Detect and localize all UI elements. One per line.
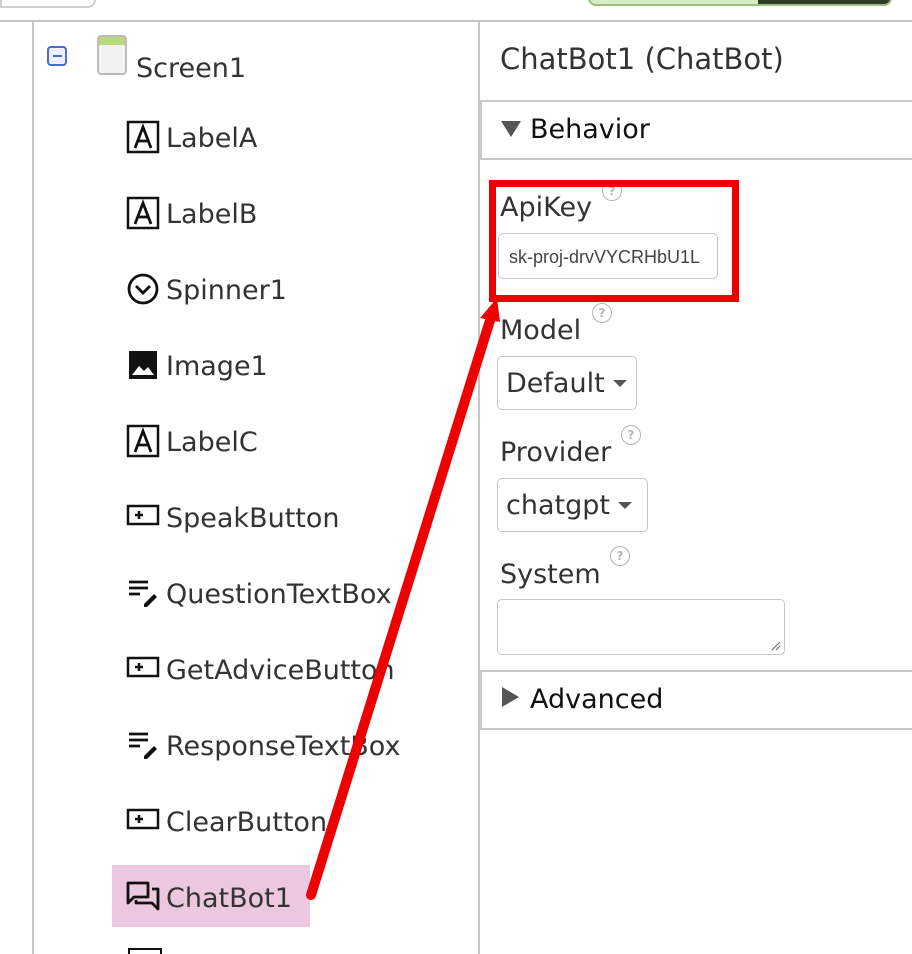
app-inventor-designer: Screen1 LabelA LabelB Spinner1 Image1 La…: [0, 0, 912, 954]
top-toolbar: [0, 0, 912, 22]
screen-icon: [97, 35, 127, 75]
tree-item-label: LabelC: [166, 427, 258, 458]
tree-item-image1[interactable]: Image1: [126, 342, 268, 382]
provider-select-value: chatgpt: [506, 489, 610, 521]
behavior-section-header[interactable]: Behavior: [480, 100, 912, 160]
chevron-down-icon: [617, 501, 632, 509]
chevron-down-icon: [612, 379, 627, 387]
label-icon: [126, 120, 160, 154]
tree-item-screen1[interactable]: Screen1: [136, 44, 246, 84]
button-icon: [126, 804, 160, 838]
button-icon: [126, 500, 160, 534]
tree-item-responsetextbox[interactable]: ResponseTextBox: [126, 722, 400, 762]
tree-item-questiontextbox[interactable]: QuestionTextBox: [126, 570, 392, 610]
collapsed-triangle-icon: [502, 687, 519, 707]
spinner-icon: [126, 272, 160, 306]
system-textarea[interactable]: [497, 599, 785, 655]
tree-item-label: SpeakButton: [166, 503, 340, 534]
properties-title: ChatBot1 (ChatBot): [500, 42, 784, 76]
advanced-section-label: Advanced: [530, 684, 664, 715]
next-item-icon: [128, 948, 162, 954]
tree-item-label: Spinner1: [166, 275, 287, 306]
tree-item-label: QuestionTextBox: [166, 579, 392, 610]
chatbot-icon: [126, 880, 160, 914]
toolbar-button-left[interactable]: [0, 0, 96, 8]
advanced-section-header[interactable]: Advanced: [480, 670, 912, 730]
tree-item-label: ResponseTextBox: [166, 731, 401, 762]
help-icon[interactable]: ?: [592, 303, 612, 323]
collapse-toggle-icon[interactable]: [47, 46, 67, 66]
panel-divider-left: [32, 22, 34, 954]
tree-item-clearbutton[interactable]: ClearButton: [126, 798, 327, 838]
tree-item-label: Screen1: [136, 53, 247, 84]
model-select[interactable]: Default: [497, 356, 637, 410]
tree-item-label: GetAdviceButton: [166, 655, 395, 686]
textbox-icon: [126, 728, 160, 762]
tree-item-labelb[interactable]: LabelB: [126, 190, 257, 230]
apikey-label: ApiKey: [500, 192, 593, 223]
image-icon: [126, 348, 160, 382]
tree-item-labela[interactable]: LabelA: [126, 114, 257, 154]
model-label: Model: [500, 315, 582, 346]
tree-item-labelc[interactable]: LabelC: [126, 418, 258, 458]
label-icon: [126, 196, 160, 230]
tree-item-chatbot1[interactable]: ChatBot1: [126, 874, 292, 914]
help-icon[interactable]: ?: [602, 181, 622, 201]
system-label: System: [500, 559, 601, 590]
button-icon: [126, 652, 160, 686]
tree-item-label: Image1: [166, 351, 268, 382]
model-select-value: Default: [506, 367, 605, 399]
tree-item-label: LabelA: [166, 123, 258, 154]
textbox-icon: [126, 576, 160, 610]
expanded-triangle-icon: [501, 121, 521, 137]
tree-item-speakbutton[interactable]: SpeakButton: [126, 494, 340, 534]
tree-item-getadvicebutton[interactable]: GetAdviceButton: [126, 646, 395, 686]
label-icon: [126, 424, 160, 458]
provider-label: Provider: [500, 437, 612, 468]
tree-item-label: ChatBot1: [166, 883, 292, 914]
help-icon[interactable]: ?: [621, 425, 641, 445]
behavior-section-label: Behavior: [530, 114, 650, 145]
help-icon[interactable]: ?: [610, 546, 630, 566]
apikey-input[interactable]: sk-proj-drvVYCRHbU1L: [498, 233, 718, 279]
toolbar-button-right[interactable]: [588, 0, 892, 6]
tree-item-label: LabelB: [166, 199, 258, 230]
tree-item-label: ClearButton: [166, 807, 328, 838]
provider-select[interactable]: chatgpt: [497, 478, 648, 532]
panel-divider-middle: [478, 22, 480, 954]
resize-handle-icon[interactable]: [769, 639, 781, 651]
tree-item-spinner1[interactable]: Spinner1: [126, 266, 287, 306]
